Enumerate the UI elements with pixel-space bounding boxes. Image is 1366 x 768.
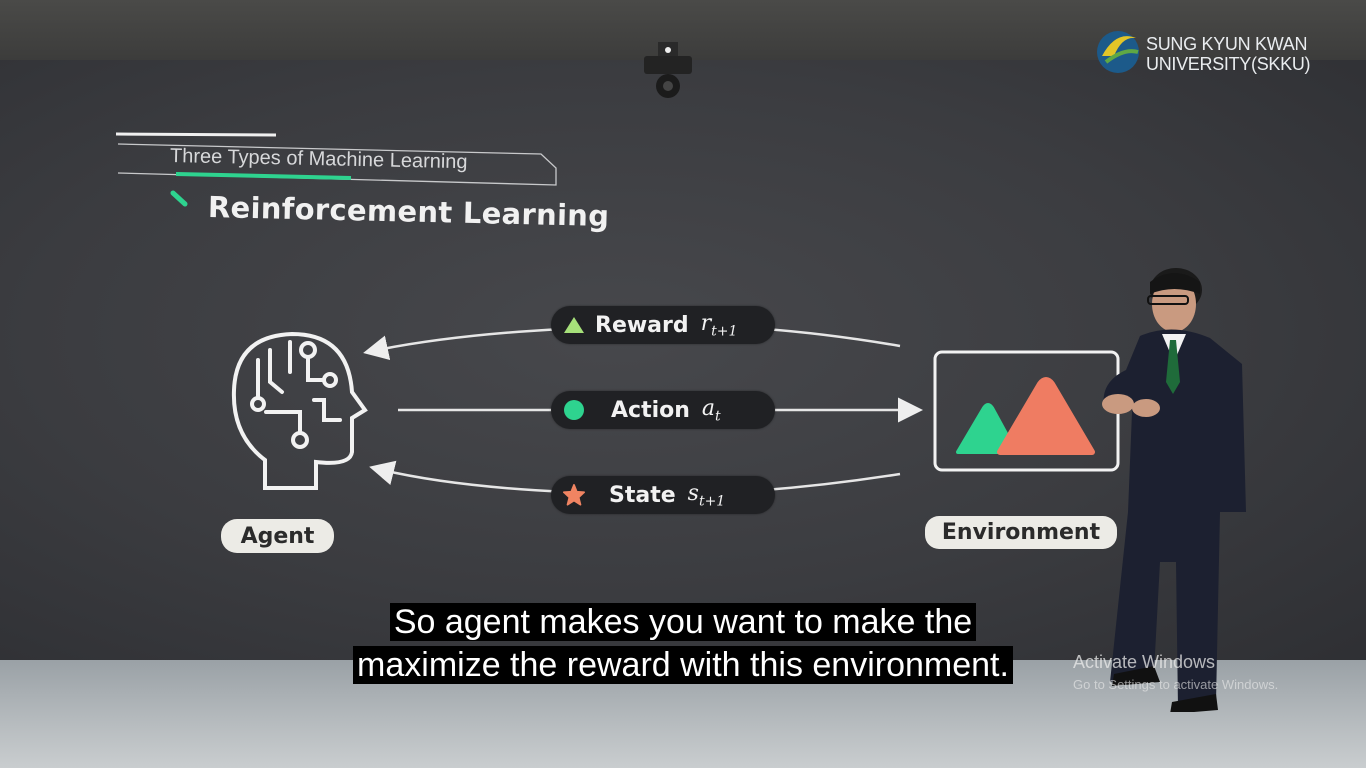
reward-label: Reward: [595, 312, 689, 338]
circle-icon: [564, 400, 584, 420]
action-label: Action: [611, 397, 690, 423]
state-pill: State st+1: [551, 476, 775, 514]
action-var: a: [701, 395, 716, 421]
reward-pill: Reward rt+1: [551, 306, 775, 344]
action-pill: Action at: [551, 391, 775, 429]
reward-sub: t+1: [711, 323, 738, 340]
activate-windows-title: Activate Windows: [1073, 652, 1216, 672]
state-var: s: [687, 480, 699, 506]
presenter-figure: [1102, 268, 1246, 712]
triangle-icon: [564, 317, 584, 333]
star-icon: [563, 484, 585, 506]
agent-label: Agent: [221, 519, 334, 553]
head-circuit-icon: [231, 331, 368, 490]
action-sub: t: [715, 408, 721, 425]
reward-var: r: [700, 310, 712, 336]
activate-windows-subtitle: Go to Settings to activate Windows.: [1073, 677, 1279, 692]
state-sub: t+1: [698, 493, 726, 510]
state-label: State: [609, 482, 676, 508]
